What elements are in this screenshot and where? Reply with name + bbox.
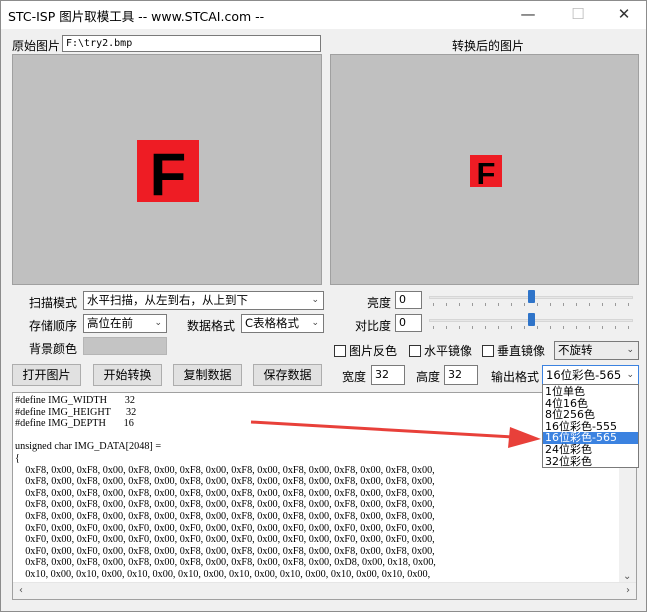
arrow-shaft	[250, 420, 514, 439]
annotation-arrow	[250, 420, 541, 448]
app-window: STC-ISP 图片取模工具 -- www.STCAI.com -- — ☐ ✕…	[0, 0, 647, 612]
arrow-head	[508, 427, 541, 448]
